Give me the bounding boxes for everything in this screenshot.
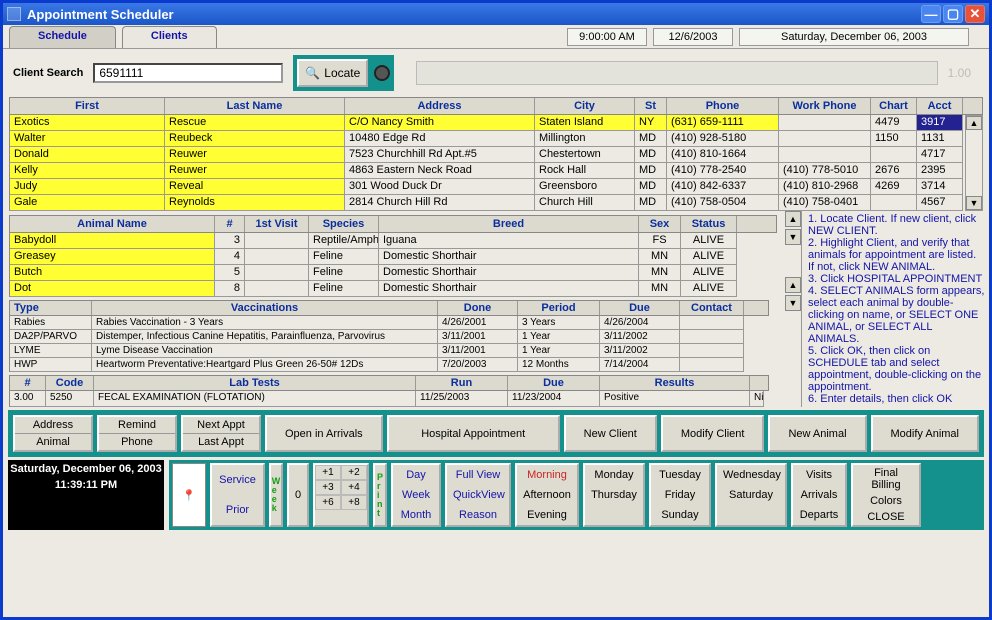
week-zero[interactable]: 0 xyxy=(287,463,309,527)
offset-grid[interactable]: +1+2 +3+4 +6+8 xyxy=(313,463,369,527)
client-row[interactable]: KellyReuwer4863 Eastern Neck RoadRock Ha… xyxy=(9,163,965,179)
minimize-button[interactable]: — xyxy=(921,5,941,23)
modify-client-button[interactable]: Modify Client xyxy=(661,415,765,452)
client-row[interactable]: JudyReveal301 Wood Duck DrGreensboroMD(4… xyxy=(9,179,965,195)
close-app-button[interactable]: CLOSE xyxy=(853,509,919,525)
scroll-down-icon[interactable]: ▼ xyxy=(966,196,982,210)
saturday-button[interactable]: Saturday xyxy=(717,487,785,503)
reason-button[interactable]: Reason xyxy=(447,507,509,523)
animals-down-button[interactable]: ▼ xyxy=(785,229,801,245)
client-row[interactable]: DonaldReuwer7523 Churchhill Rd Apt.#5Che… xyxy=(9,147,965,163)
hospital-appt-button[interactable]: Hospital Appointment xyxy=(387,415,560,452)
animal-row[interactable]: Greasey4FelineDomestic ShorthairMNALIVE xyxy=(9,249,777,265)
scroll-up-icon[interactable]: ▲ xyxy=(966,116,982,130)
tuesday-button[interactable]: Tuesday xyxy=(651,467,709,483)
instructions-panel: 1. Locate Client. If new client, click N… xyxy=(801,211,987,407)
wednesday-button[interactable]: Wednesday xyxy=(717,467,785,483)
day-button[interactable]: Day xyxy=(393,467,439,483)
remind-button[interactable]: Remind xyxy=(99,417,175,433)
new-client-button[interactable]: New Client xyxy=(564,415,657,452)
thursday-button[interactable]: Thursday xyxy=(585,487,643,503)
final-billing-button[interactable]: Final Billing xyxy=(853,465,919,493)
vacc-row[interactable]: DA2P/PARVODistemper, Infectious Canine H… xyxy=(9,330,769,344)
animal-row[interactable]: Butch5FelineDomestic ShorthairMNALIVE xyxy=(9,265,777,281)
vacc-down-button[interactable]: ▼ xyxy=(785,295,801,311)
clients-rows[interactable]: ExoticsRescueC/O Nancy SmithStaten Islan… xyxy=(9,115,965,211)
app-icon xyxy=(7,7,21,21)
tab-clients[interactable]: Clients xyxy=(122,26,217,48)
status-lamp xyxy=(374,65,390,81)
phone-button[interactable]: Phone xyxy=(99,433,175,450)
prior-button[interactable]: Prior xyxy=(212,502,263,518)
search-input[interactable] xyxy=(93,63,283,83)
animals-up-button[interactable]: ▲ xyxy=(785,211,801,227)
animal-row[interactable]: Babydoll3Reptile/AmphIguanaFSALIVE xyxy=(9,233,777,249)
departs-button[interactable]: Departs xyxy=(793,507,845,523)
search-label: Client Search xyxy=(13,67,83,79)
animals-header: Animal Name # 1st Visit Species Breed Se… xyxy=(9,215,777,233)
week-label: Week xyxy=(269,463,283,527)
sunday-button[interactable]: Sunday xyxy=(651,507,709,523)
open-arrivals-button[interactable]: Open in Arrivals xyxy=(265,415,383,452)
animal-row[interactable]: Dot8FelineDomestic ShorthairMNALIVE xyxy=(9,281,777,297)
lab-rows[interactable]: 3.005250FECAL EXAMINATION (FLOTATION)11/… xyxy=(3,391,783,407)
animal-button[interactable]: Animal xyxy=(15,433,91,450)
print-label: Print xyxy=(373,463,387,527)
tab-schedule[interactable]: Schedule xyxy=(9,26,116,48)
close-button[interactable]: ✕ xyxy=(965,5,985,23)
colors-button[interactable]: Colors xyxy=(853,493,919,509)
monday-button[interactable]: Monday xyxy=(585,467,643,483)
afternoon-button[interactable]: Afternoon xyxy=(517,487,577,503)
version-label: 1.00 xyxy=(948,66,971,80)
evening-button[interactable]: Evening xyxy=(517,507,577,523)
clients-header: First Last Name Address City St Phone Wo… xyxy=(9,97,983,115)
next-appt-button[interactable]: Next Appt xyxy=(183,417,259,433)
lab-row[interactable]: 3.005250FECAL EXAMINATION (FLOTATION)11/… xyxy=(9,391,769,407)
titlebar: Appointment Scheduler — ▢ ✕ xyxy=(3,3,989,25)
action-bar: Address Animal Remind Phone Next Appt La… xyxy=(8,410,984,457)
date-display: 12/6/2003 xyxy=(653,28,733,46)
longdate-display: Saturday, December 06, 2003 xyxy=(739,28,969,46)
vacc-row[interactable]: HWPHeartworm Preventative:Heartgard Plus… xyxy=(9,358,769,372)
client-row[interactable]: WalterReubeck10480 Edge RdMillingtonMD(4… xyxy=(9,131,965,147)
morning-button[interactable]: Morning xyxy=(517,467,577,483)
service-button[interactable]: Service xyxy=(212,472,263,488)
stamp-icon[interactable]: 📍 xyxy=(172,463,206,527)
lab-header: # Code Lab Tests Run Due Results xyxy=(9,375,769,391)
vacc-rows[interactable]: RabiesRabies Vaccination - 3 Years4/26/2… xyxy=(9,316,769,372)
vacc-header: Type Vaccinations Done Period Due Contac… xyxy=(9,300,769,316)
new-animal-button[interactable]: New Animal xyxy=(768,415,866,452)
month-button[interactable]: Month xyxy=(393,507,439,523)
search-icon: 🔍 xyxy=(305,66,320,80)
clients-scrollbar[interactable]: ▲ ▼ xyxy=(965,115,983,211)
week-button[interactable]: Week xyxy=(393,487,439,503)
clock-panel: Saturday, December 06, 2003 11:39:11 PM xyxy=(8,460,164,530)
address-button[interactable]: Address xyxy=(15,417,91,433)
top-empty-field xyxy=(416,61,937,85)
locate-box: 🔍 Locate xyxy=(293,55,394,91)
locate-button[interactable]: 🔍 Locate xyxy=(297,59,368,87)
arrivals-button[interactable]: Arrivals xyxy=(793,487,845,503)
window-title: Appointment Scheduler xyxy=(27,7,174,22)
vacc-up-button[interactable]: ▲ xyxy=(785,277,801,293)
friday-button[interactable]: Friday xyxy=(651,487,709,503)
vacc-row[interactable]: RabiesRabies Vaccination - 3 Years4/26/2… xyxy=(9,316,769,330)
fullview-button[interactable]: Full View xyxy=(447,467,509,483)
animals-rows[interactable]: Babydoll3Reptile/AmphIguanaFSALIVEGrease… xyxy=(9,233,777,297)
client-row[interactable]: ExoticsRescueC/O Nancy SmithStaten Islan… xyxy=(9,115,965,131)
visits-button[interactable]: Visits xyxy=(793,467,845,483)
last-appt-button[interactable]: Last Appt xyxy=(183,433,259,450)
quickview-button[interactable]: QuickView xyxy=(447,487,509,503)
time-display: 9:00:00 AM xyxy=(567,28,647,46)
client-row[interactable]: GaleReynolds2814 Church Hill RdChurch Hi… xyxy=(9,195,965,211)
modify-animal-button[interactable]: Modify Animal xyxy=(871,415,979,452)
maximize-button[interactable]: ▢ xyxy=(943,5,963,23)
vacc-row[interactable]: LYMELyme Disease Vaccination3/11/20011 Y… xyxy=(9,344,769,358)
